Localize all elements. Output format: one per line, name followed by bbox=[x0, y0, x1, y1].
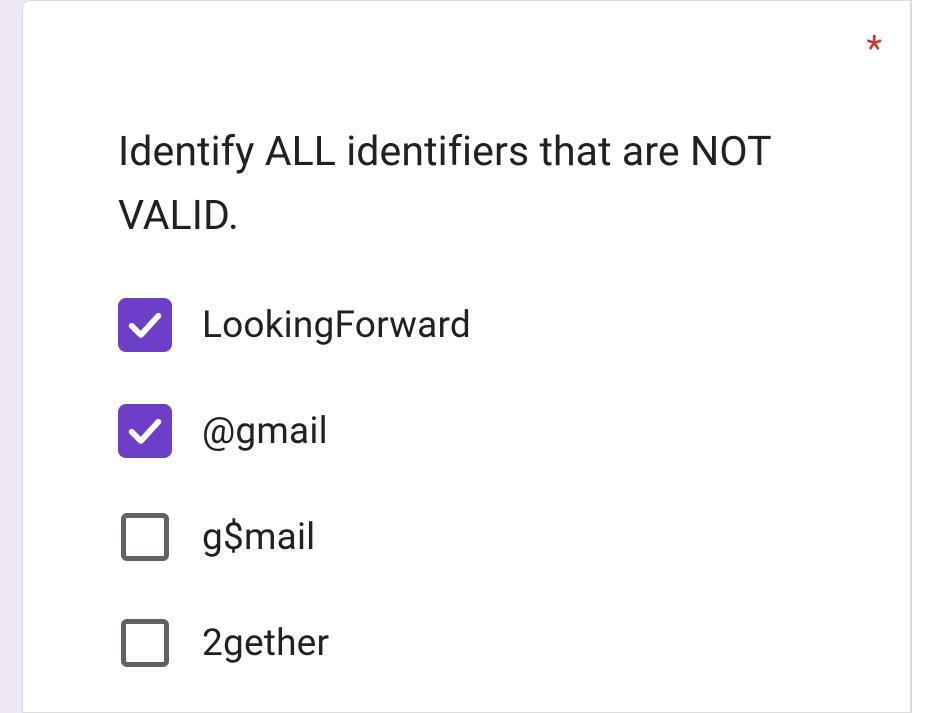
checkmark-icon bbox=[125, 411, 165, 451]
required-asterisk: * bbox=[866, 31, 882, 67]
option-label: g$mail bbox=[202, 516, 315, 559]
option-label: LookingForward bbox=[202, 304, 471, 347]
checkbox-unchecked[interactable] bbox=[121, 619, 169, 667]
form-container: * Identify ALL identifiers that are NOT … bbox=[0, 0, 933, 713]
option-label: 2gether bbox=[202, 622, 329, 665]
question-text: Identify ALL identifiers that are NOT VA… bbox=[118, 121, 830, 248]
options-list: LookingForward @gmail g$mail 2gether bbox=[118, 298, 910, 670]
option-row[interactable]: @gmail bbox=[118, 404, 910, 458]
option-label: @gmail bbox=[202, 410, 328, 453]
option-row[interactable]: LookingForward bbox=[118, 298, 910, 352]
checkbox-checked[interactable] bbox=[118, 404, 172, 458]
left-background-strip bbox=[0, 0, 22, 713]
checkmark-icon bbox=[125, 305, 165, 345]
question-card: * Identify ALL identifiers that are NOT … bbox=[22, 0, 911, 713]
option-row[interactable]: 2gether bbox=[118, 616, 910, 670]
option-row[interactable]: g$mail bbox=[118, 510, 910, 564]
right-card-sliver bbox=[911, 0, 933, 713]
checkbox-checked[interactable] bbox=[118, 298, 172, 352]
checkbox-unchecked[interactable] bbox=[121, 513, 169, 561]
